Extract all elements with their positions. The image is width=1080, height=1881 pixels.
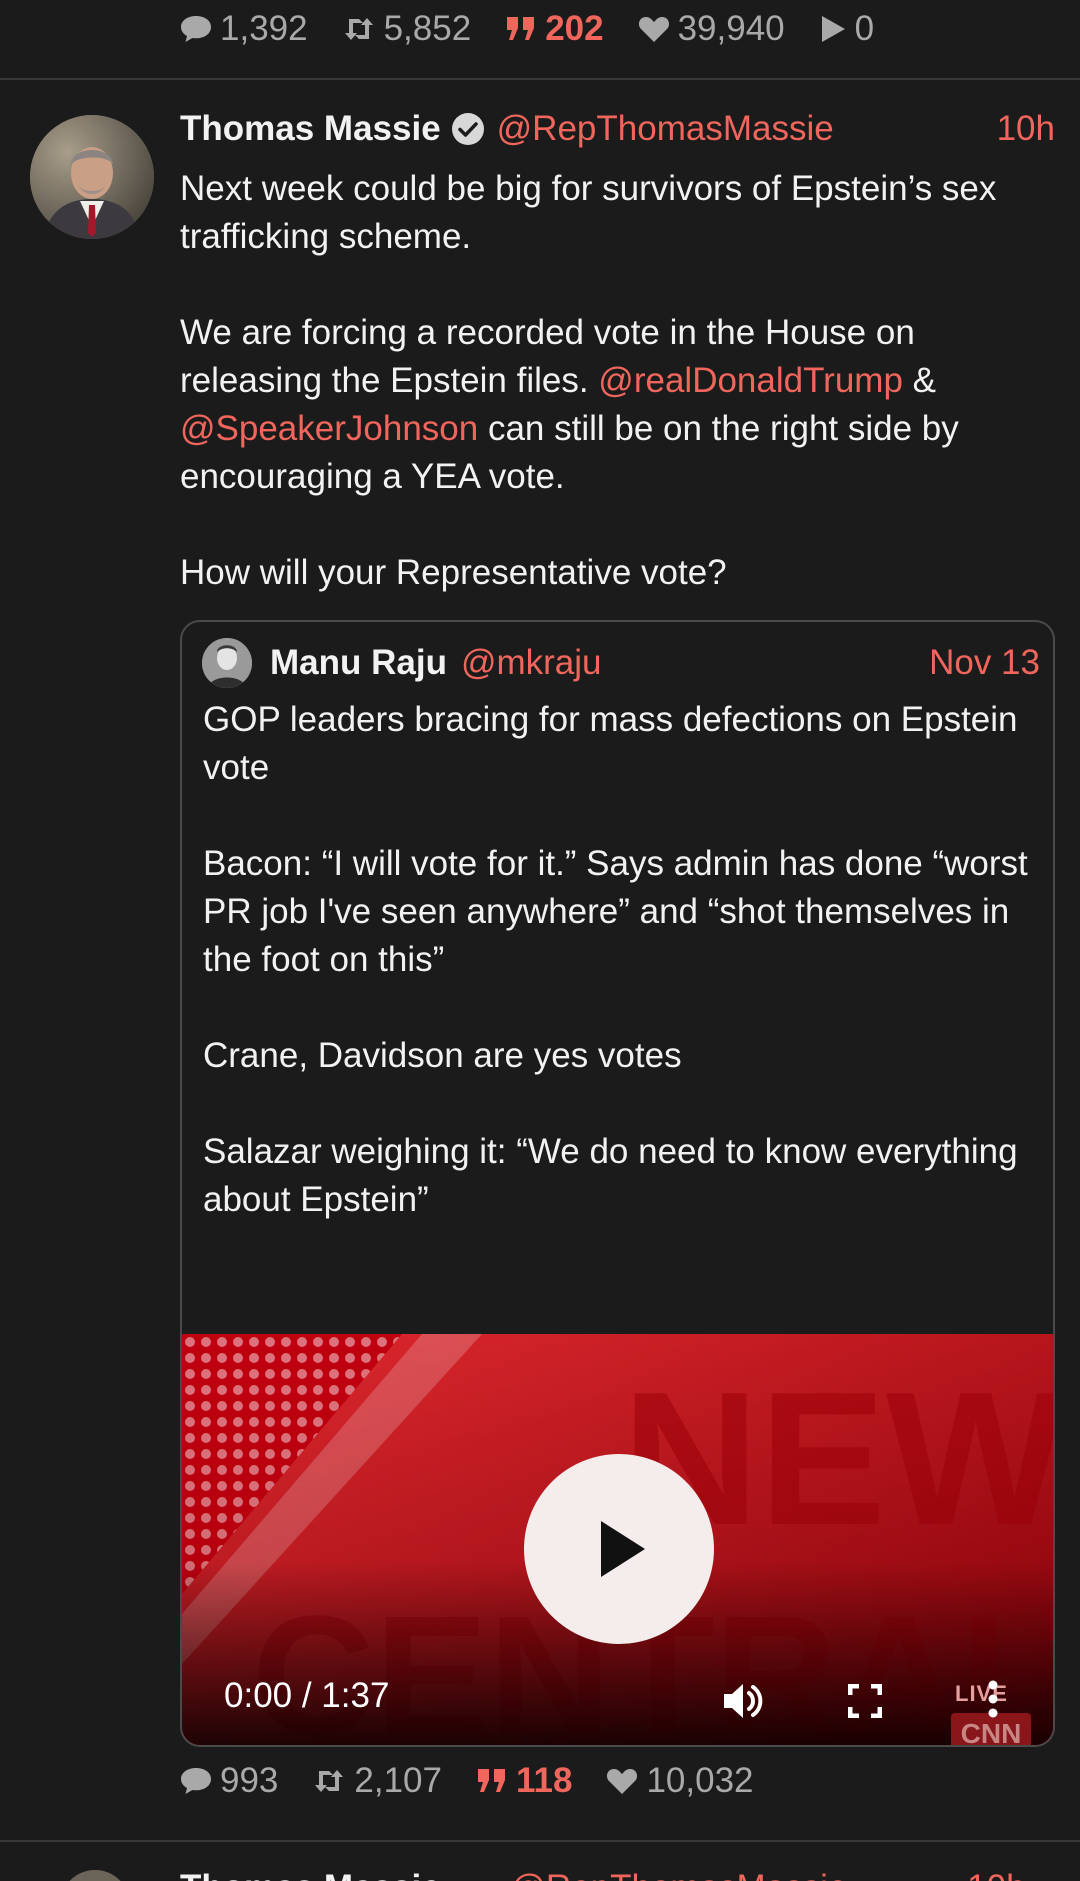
views-stat[interactable]: 0: [819, 9, 874, 49]
quoted-author-handle[interactable]: @mkraju: [461, 643, 602, 683]
repost-count: 5,852: [383, 9, 472, 48]
fullscreen-icon: [847, 1683, 883, 1719]
mention-link[interactable]: @SpeakerJohnson: [180, 409, 478, 448]
play-icon: [601, 1521, 645, 1577]
tweet-paragraph: We are forcing a recorded vote in the Ho…: [180, 309, 1060, 501]
quote-count: 118: [516, 1761, 573, 1800]
quoted-avatar-photo: [202, 638, 252, 688]
heart-icon: [638, 17, 669, 42]
quoted-header: Manu Raju @mkraju Nov 13: [270, 638, 1040, 688]
stats-bar: 1,392 5,852 202 39,940 0: [180, 4, 908, 54]
repost-button[interactable]: 5,852: [342, 9, 472, 49]
quoted-date[interactable]: Nov 13: [929, 643, 1040, 683]
author-handle[interactable]: @RepThomasMassie: [510, 1868, 847, 1881]
mention-link[interactable]: @realDonaldTrump: [598, 361, 903, 400]
quote-button[interactable]: 118: [476, 1761, 572, 1801]
tweet-text: Next week could be big for survivors of …: [180, 165, 1060, 597]
fullscreen-button[interactable]: [847, 1683, 883, 1723]
like-button[interactable]: 39,940: [638, 9, 785, 49]
quoted-avatar[interactable]: [202, 638, 252, 688]
repost-count: 2,107: [354, 1761, 442, 1800]
tweet-header: Thomas Massie @RepThomasMassie 10h: [180, 1868, 1026, 1881]
tweet-header: Thomas Massie @RepThomasMassie 10h: [180, 104, 1055, 154]
repost-button[interactable]: 2,107: [312, 1761, 442, 1801]
stats-bar: 993 2,107 118 10,032: [180, 1756, 788, 1806]
comment-icon: [181, 1768, 211, 1794]
verified-badge-icon: [451, 112, 485, 146]
reply-button[interactable]: 1,392: [180, 9, 308, 49]
like-button[interactable]: 10,032: [606, 1761, 754, 1801]
tweet[interactable]: Thomas Massie @RepThomasMassie 10h Next …: [0, 80, 1080, 1842]
repost-icon: [315, 1770, 344, 1792]
next-tweet[interactable]: Thomas Massie @RepThomasMassie 10h: [0, 1842, 1080, 1881]
quoted-text: GOP leaders bracing for mass defections …: [203, 696, 1033, 1224]
reply-count: 1,392: [220, 9, 308, 48]
text-segment: &: [902, 361, 937, 400]
tweet-paragraph: How will your Representative vote?: [180, 553, 727, 592]
video-player[interactable]: NEW CENTRAL 0:00 / 1:37: [182, 1334, 1053, 1745]
previous-tweet-stats: 1,392 5,852 202 39,940 0: [0, 0, 1080, 80]
video-time: 0:00 / 1:37: [224, 1676, 390, 1715]
play-button[interactable]: [524, 1454, 714, 1644]
heart-icon: [607, 1769, 638, 1794]
more-vertical-icon: [988, 1680, 998, 1718]
like-count: 10,032: [646, 1761, 754, 1800]
like-count: 39,940: [677, 9, 785, 48]
comment-icon: [181, 16, 211, 42]
avatar-photo: [30, 115, 154, 239]
reply-button[interactable]: 993: [180, 1761, 278, 1801]
quoted-paragraph: Crane, Davidson are yes votes: [203, 1036, 682, 1075]
more-options-button[interactable]: [986, 1679, 1000, 1724]
volume-button[interactable]: [720, 1679, 764, 1728]
quoted-paragraph: Salazar weighing it: “We do need to know…: [203, 1132, 1018, 1219]
reply-count: 993: [220, 1761, 279, 1800]
author-name[interactable]: Thomas Massie: [180, 1868, 441, 1881]
quote-icon: [507, 17, 535, 40]
repost-icon: [344, 18, 373, 40]
quoted-tweet[interactable]: Manu Raju @mkraju Nov 13 GOP leaders bra…: [180, 620, 1055, 1747]
quoted-paragraph: GOP leaders bracing for mass defections …: [203, 700, 1018, 787]
author-name[interactable]: Thomas Massie: [180, 109, 441, 149]
tweet-timestamp[interactable]: 10h: [967, 1868, 1025, 1881]
quoted-author-name[interactable]: Manu Raju: [270, 643, 447, 683]
author-handle[interactable]: @RepThomasMassie: [497, 109, 834, 149]
tweet-timestamp[interactable]: 10h: [997, 109, 1055, 149]
avatar[interactable]: [30, 115, 154, 239]
avatar[interactable]: [60, 1870, 130, 1881]
volume-icon: [724, 1684, 763, 1718]
quote-icon: [478, 1769, 505, 1792]
quote-count: 202: [545, 9, 604, 48]
play-icon: [821, 16, 845, 42]
quoted-paragraph: Bacon: “I will vote for it.” Says admin …: [203, 844, 1028, 979]
views-count: 0: [854, 9, 875, 48]
quote-button[interactable]: 202: [505, 9, 604, 49]
tweet-paragraph: Next week could be big for survivors of …: [180, 169, 997, 256]
